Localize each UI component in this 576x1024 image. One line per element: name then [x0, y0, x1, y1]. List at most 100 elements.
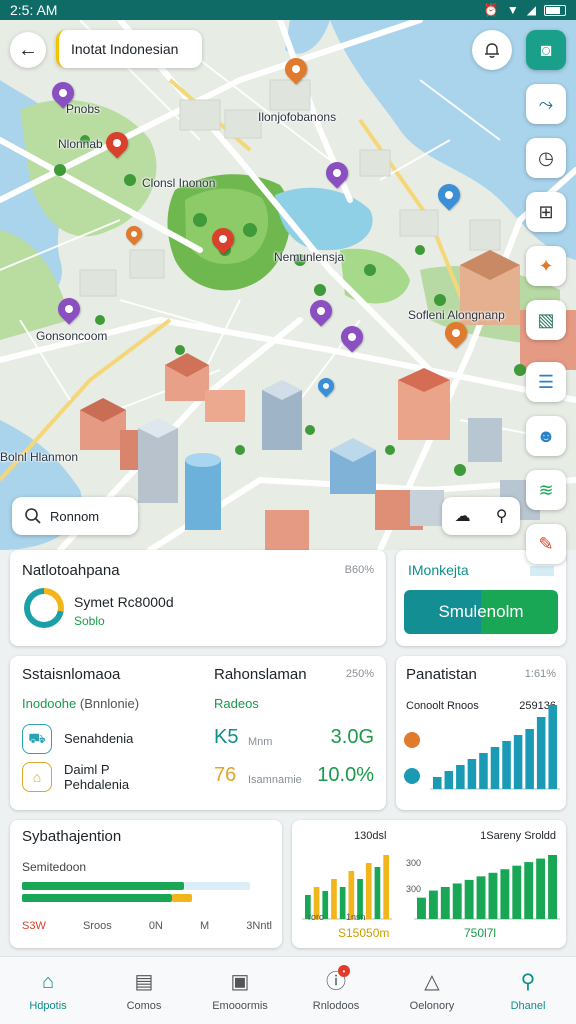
chart-bar [444, 771, 454, 789]
chart-bar [479, 753, 488, 789]
notification-badge: • [337, 965, 350, 977]
map-tool-rail: ◙ ⤳ ◷ ⊞ ✦ ▧ ☰ ☻ ≋ ✎ [526, 30, 566, 578]
row2-value2: 10.0% [317, 764, 374, 786]
sythe-card: Sybathajention Semitedoon S3W Sroos 0N M… [10, 820, 282, 948]
left-bar-chart [302, 855, 392, 920]
panel-title: Panatistan [406, 666, 477, 683]
flame-button[interactable]: ✦ [526, 246, 566, 286]
row1-value: K5 [214, 726, 239, 748]
chart-bar [456, 765, 465, 789]
map-search-text: Inotat Indonesian [71, 41, 179, 57]
sythe-foot: 3Nntl [246, 920, 272, 932]
chart-bar [548, 705, 557, 789]
flame-icon: ✦ [538, 255, 554, 276]
bottom-nav: ⌂ Hdpotis ▤ Comos ▣ Emooormis ⓘ • Rnlodo… [0, 956, 576, 1024]
nav-item-dhanel[interactable]: ⚲ Dhanel [480, 957, 576, 1024]
overview-card: Natlotoahpana B60% Symet Rc8000d Soblo [10, 550, 386, 646]
signpost-button[interactable]: ⊞ [526, 192, 566, 232]
legend-dot-blue [404, 768, 420, 784]
walk-icon[interactable]: ⚲ [496, 506, 508, 526]
car-icon: ⛟ [22, 724, 52, 754]
legend-dot-orange [404, 732, 420, 748]
chart-bar [490, 747, 500, 789]
signpost-icon: ⊞ [538, 201, 554, 222]
chart-bar [513, 735, 523, 789]
panel-chart-card: Panatistan 1:61% Conoolt Rnoos 259136 [396, 656, 566, 810]
sythe-foot: S3W [22, 920, 46, 932]
compass-icon: ◷ [538, 147, 554, 168]
sythe-foot: Sroos [82, 920, 112, 932]
chart-bar [476, 876, 486, 919]
nav-item-emooormis[interactable]: ▣ Emooormis [192, 957, 288, 1024]
people-icon: ☻ [536, 425, 556, 446]
location-search-chip[interactable]: Ronnom [12, 497, 138, 535]
progress-fill-warn [172, 894, 192, 902]
nav-label: Dhanel [510, 999, 546, 1012]
nav-label: Oelonory [409, 999, 455, 1012]
chart-bar [433, 777, 442, 789]
chart-bar [374, 867, 381, 919]
back-button[interactable]: ← [10, 32, 46, 68]
location-search-text: Ronnom [50, 508, 100, 524]
sythe-title: Sybathajention [22, 828, 122, 845]
nav-label: Emooormis [212, 999, 268, 1012]
chart-bar [365, 863, 372, 919]
row1-value2: 3.0G [330, 726, 374, 748]
nav-item-comos[interactable]: ▤ Comos [96, 957, 192, 1024]
stats-title: Sstaisnlomaoa [22, 666, 121, 683]
map-label: Sofleni Alongnanp [408, 308, 505, 322]
overview-title: Natlotoahpana [22, 562, 120, 579]
home-icon: ⌂ [41, 970, 55, 993]
nav-item-oelonory[interactable]: △ Oelonory [384, 957, 480, 1024]
map-label: Pnobs [66, 102, 101, 116]
search-icon [25, 508, 41, 524]
cloud-icon[interactable]: ☁ [455, 506, 471, 526]
row2-label1: Daiml P [64, 762, 110, 777]
simulate-title: IMonkejta [408, 562, 469, 578]
row2-value: 76 [214, 764, 237, 786]
map-mini-tools: ☁ ⚲ [442, 497, 520, 535]
map-label: Ilonjofobanons [258, 110, 337, 124]
map-view-button[interactable]: ▧ [526, 300, 566, 340]
sythe-foot: M [199, 920, 210, 932]
axis-tick: roro [308, 912, 325, 922]
chart-icon: ≋ [538, 479, 554, 500]
nav-item-home[interactable]: ⌂ Hdpotis [0, 957, 96, 1024]
progress-ring [24, 588, 64, 628]
stats-sub-paren: (Bnnlonie) [79, 696, 140, 711]
map-view[interactable]: Pnobs Nlonnab Clonsl Inonon Ilonjofobano… [0, 20, 576, 550]
route-button[interactable]: ⤳ [526, 84, 566, 124]
chart-bar [536, 717, 546, 789]
bars-left-title: 130dsl [354, 830, 387, 842]
sythe-footer: S3W Sroos 0N M 3Nntl [22, 920, 272, 932]
bell-icon [485, 43, 499, 58]
list-button[interactable]: ☰ [526, 362, 566, 402]
home-alert-icon: ⌂ [22, 762, 52, 792]
list-icon: ☰ [537, 371, 555, 392]
bars-right-title: 1Sareny Sroldd [480, 830, 556, 842]
map-search-field[interactable]: Inotat Indonesian [56, 30, 202, 68]
row2-unit: Isamnamie [248, 774, 302, 786]
chart-bar [548, 855, 557, 919]
notifications-button[interactable] [472, 30, 512, 70]
chart-bar [488, 872, 498, 919]
chart-button[interactable]: ≋ [526, 470, 566, 510]
flask-icon: △ [424, 970, 440, 993]
map-label: Bolnl Hlanmon [0, 450, 79, 464]
pin-button[interactable]: ✎ [526, 524, 566, 564]
bars-right-foot: 750l7l [464, 926, 497, 940]
overview-pct: B60% [344, 564, 374, 576]
compass-button[interactable]: ◷ [526, 138, 566, 178]
wifi-icon: ▼ [506, 3, 519, 17]
bars-card: 130dsl 1Sareny Sroldd 300 300 roro 1nsn … [292, 820, 566, 948]
nav-item-rnlodoos[interactable]: ⓘ • Rnlodoos [288, 957, 384, 1024]
people-button[interactable]: ☻ [526, 416, 566, 456]
layers-button[interactable]: ◙ [526, 30, 566, 70]
row1-label: Senahdenia [64, 731, 134, 746]
map-label: Nlonnab [58, 137, 103, 151]
status-bar: 2:5: AM ⏰ ▼ ◢ [0, 0, 576, 20]
chart-bar [428, 890, 438, 919]
simulate-button[interactable]: Smulenolm [404, 590, 558, 634]
search-icon: ⚲ [520, 970, 536, 993]
document-icon: ▤ [134, 970, 154, 993]
